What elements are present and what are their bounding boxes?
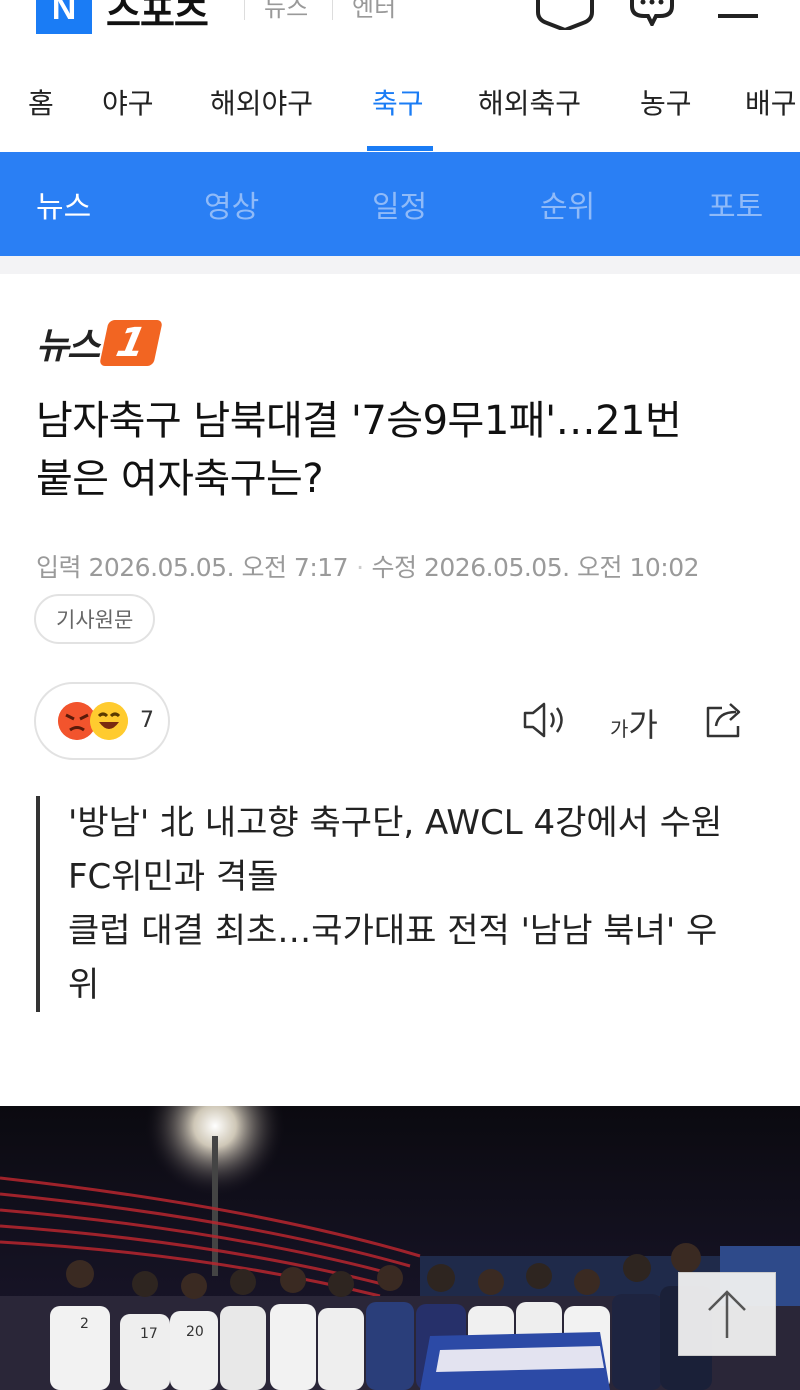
header-divider	[244, 0, 245, 20]
original-article-button[interactable]: 기사원문	[34, 594, 156, 644]
subtab-video[interactable]: 영상	[204, 182, 259, 226]
subtab-schedule[interactable]: 일정	[372, 182, 427, 226]
header-link-entertainment[interactable]: 엔터	[352, 0, 396, 23]
publisher-name: 뉴스	[36, 326, 100, 367]
sport-tab-baseball[interactable]: 야구	[102, 82, 154, 122]
subtab-news[interactable]: 뉴스	[36, 182, 91, 226]
publisher-logo[interactable]: 뉴스 1	[36, 318, 164, 368]
modified-date: 수정 2026.05.05. 오전 10:02	[371, 553, 700, 582]
summary-line: FC위민과 격돌	[68, 857, 279, 897]
svg-text:17: 17	[140, 1326, 158, 1342]
sport-tab-soccer[interactable]: 축구	[372, 82, 424, 122]
sport-tab-world-soccer[interactable]: 해외축구	[478, 82, 581, 122]
svg-text:20: 20	[186, 1324, 204, 1340]
date-separator: ·	[356, 553, 364, 582]
sport-tab-home[interactable]: 홈	[28, 82, 54, 122]
sport-category-nav: 홈 야구 해외야구 축구 해외축구 농구 배구	[0, 62, 800, 152]
naver-logo[interactable]: N	[36, 0, 92, 34]
scroll-to-top-button[interactable]	[678, 1272, 776, 1356]
input-date: 입력 2026.05.05. 오전 7:17	[36, 553, 349, 582]
chat-icon[interactable]	[628, 0, 676, 30]
subtab-photo[interactable]: 포토	[708, 182, 763, 226]
menu-icon[interactable]	[718, 0, 758, 26]
subtab-ranking[interactable]: 순위	[540, 182, 595, 226]
font-size-big-label: 가	[628, 706, 658, 744]
brand-title[interactable]: 스포츠	[106, 0, 209, 37]
header-divider	[332, 0, 333, 20]
headline-line: 남자축구 남북대결 '7승9무1패'…21번	[36, 398, 682, 444]
speaker-icon[interactable]	[522, 700, 568, 744]
article-summary: '방남' 北 내고향 축구단, AWCL 4강에서 수원 FC위민과 격돌 클럽…	[36, 796, 756, 1012]
arrow-up-icon	[708, 1290, 746, 1338]
top-header: N 스포츠 뉴스 엔터 MY	[0, 0, 800, 40]
sport-tab-volleyball[interactable]: 배구	[745, 82, 797, 122]
soccer-sub-nav: 뉴스 영상 일정 순위 포토	[0, 152, 800, 256]
article-headline: 남자축구 남북대결 '7승9무1패'…21번 붙은 여자축구는?	[36, 392, 766, 508]
my-icon[interactable]: MY	[535, 0, 595, 34]
header-link-news[interactable]: 뉴스	[264, 0, 308, 23]
summary-line: 클럽 대결 최초…국가대표 전적 '남남 북녀' 우	[68, 911, 718, 951]
sport-tab-world-baseball[interactable]: 해외야구	[210, 82, 313, 122]
share-icon[interactable]	[704, 700, 748, 744]
reaction-button[interactable]: 7	[34, 682, 170, 760]
font-size-small-label: 가	[610, 717, 629, 741]
my-label: MY	[549, 0, 576, 3]
active-tab-indicator	[367, 146, 433, 151]
sport-tab-basketball[interactable]: 농구	[640, 82, 692, 122]
svg-text:2: 2	[80, 1316, 89, 1332]
laughing-face-icon	[90, 702, 128, 740]
article-dates: 입력 2026.05.05. 오전 7:17 · 수정 2026.05.05. 오전…	[36, 548, 700, 584]
reaction-count: 7	[140, 708, 154, 733]
font-size-button[interactable]: 가가	[610, 700, 658, 746]
headline-line: 붙은 여자축구는?	[36, 456, 324, 502]
section-divider	[0, 256, 800, 274]
summary-line: 위	[68, 965, 100, 1005]
summary-line: '방남' 北 내고향 축구단, AWCL 4강에서 수원	[68, 803, 723, 843]
publisher-badge: 1	[99, 320, 164, 366]
